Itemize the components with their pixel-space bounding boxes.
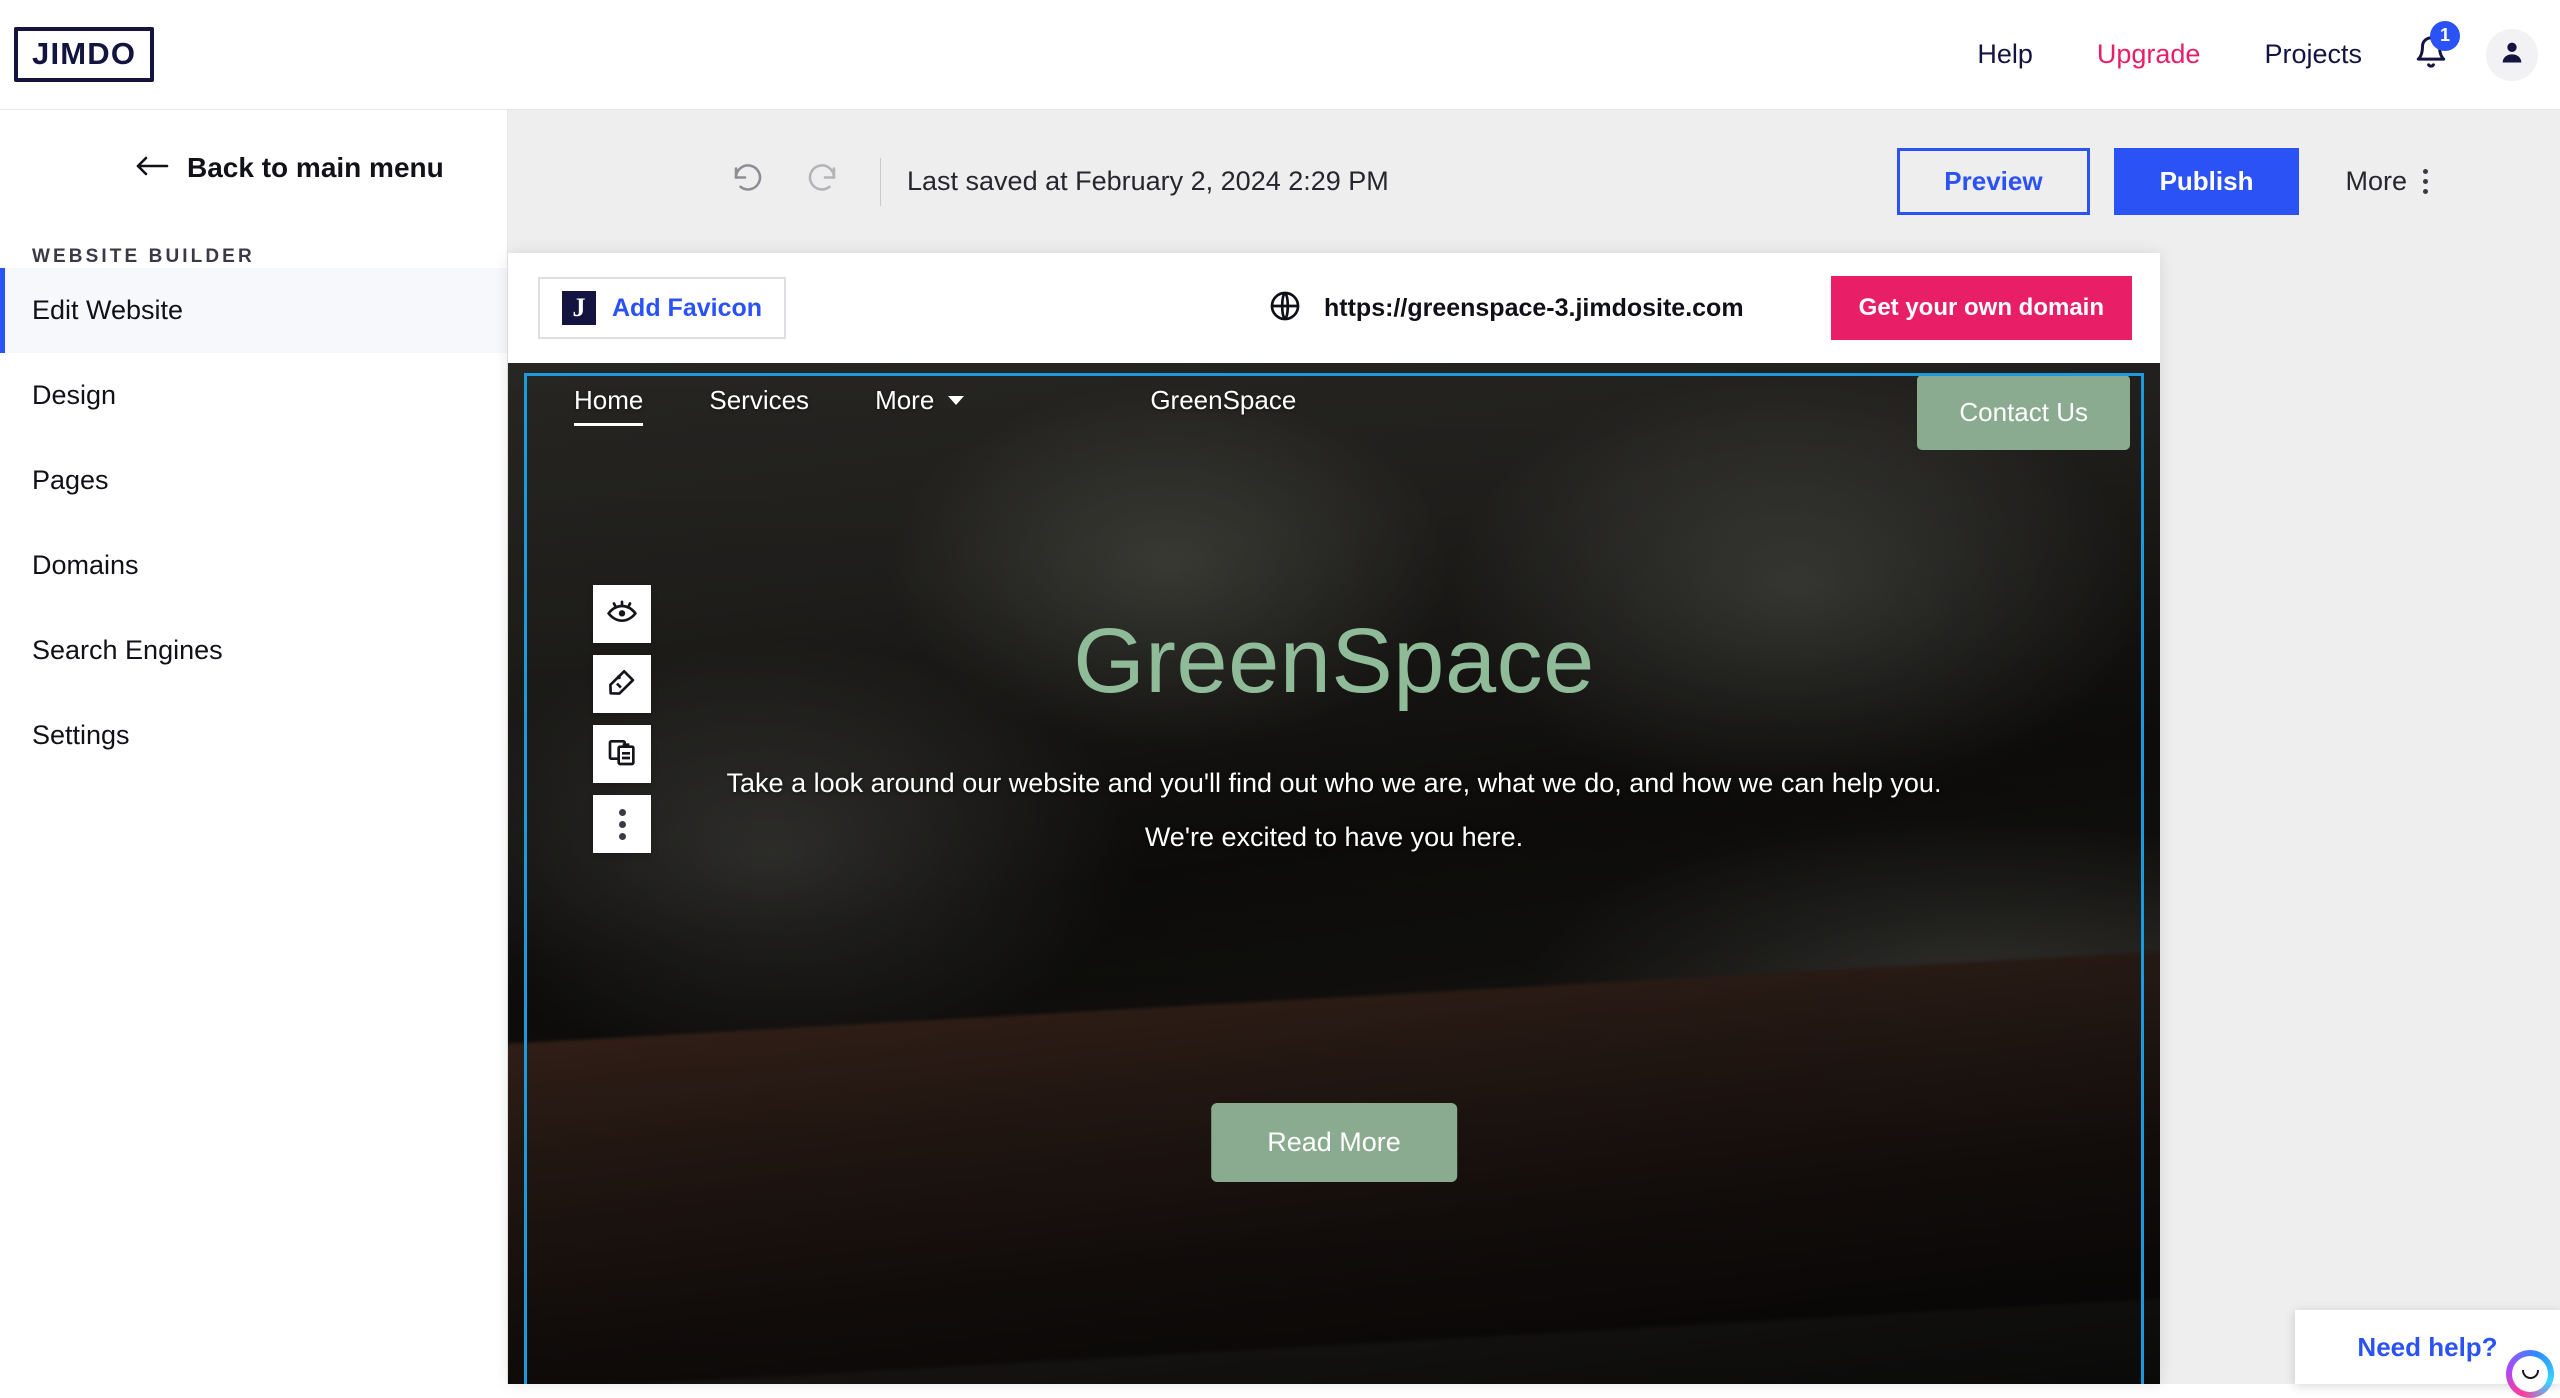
sidebar-item-design[interactable]: Design	[0, 353, 507, 438]
duplicate-element-button[interactable]	[593, 725, 651, 783]
hero-subtitle-line-2: We're excited to have you here.	[1144, 821, 1524, 852]
arrow-left-icon	[135, 154, 169, 183]
editor-toolbar: Last saved at February 2, 2024 2:29 PM P…	[508, 110, 2560, 253]
avatar[interactable]	[2486, 28, 2538, 81]
hero-content: Home Services More GreenSpace Contact Us…	[508, 363, 2160, 1384]
hero-section-preview[interactable]: Home Services More GreenSpace Contact Us…	[508, 363, 2160, 1384]
sidebar-item-settings[interactable]: Settings	[0, 693, 507, 778]
back-to-main-menu-button[interactable]: Back to main menu	[0, 110, 507, 184]
contact-us-button[interactable]: Contact Us	[1917, 375, 2130, 450]
read-more-button[interactable]: Read More	[1211, 1103, 1457, 1182]
top-navigation: Help Upgrade Projects 1	[1945, 20, 2560, 85]
toggle-visibility-button[interactable]	[593, 585, 651, 643]
style-palette-tag-icon	[606, 666, 638, 703]
topnav-link-projects[interactable]: Projects	[2232, 39, 2394, 70]
left-sidebar: Back to main menu WEBSITE BUILDER Edit W…	[0, 110, 508, 1384]
kebab-menu-icon	[2423, 169, 2428, 194]
chat-smile-avatar-icon[interactable]	[2506, 1350, 2554, 1398]
topnav-link-help[interactable]: Help	[1945, 39, 2065, 70]
globe-icon	[1268, 289, 1302, 328]
sidebar-item-label: Design	[32, 380, 117, 410]
redo-arrow-icon	[804, 161, 840, 202]
website-preview-card: J Add Favicon https://greenspace-3.jimdo…	[508, 253, 2160, 1384]
topnav-link-upgrade[interactable]: Upgrade	[2065, 39, 2233, 70]
site-nav-item-home[interactable]: Home	[574, 385, 644, 426]
more-options-label: More	[2345, 166, 2407, 196]
sidebar-item-pages[interactable]: Pages	[0, 438, 507, 523]
element-action-toolbar	[593, 585, 651, 853]
chevron-down-icon	[948, 396, 965, 405]
sidebar-item-label: Edit Website	[32, 295, 184, 325]
editor-canvas: Last saved at February 2, 2024 2:29 PM P…	[508, 110, 2560, 1398]
hero-subtitle[interactable]: Take a look around our website and you'l…	[598, 756, 2070, 864]
site-url-display[interactable]: https://greenspace-3.jimdosite.com	[1268, 289, 1744, 328]
site-nav-more-label: More	[875, 385, 935, 415]
favicon-placeholder-icon: J	[562, 291, 596, 325]
sidebar-item-label: Settings	[32, 720, 130, 750]
duplicate-copy-icon	[606, 736, 638, 773]
site-navigation-preview: Home Services More GreenSpace Contact Us	[508, 375, 2160, 450]
sidebar-item-domains[interactable]: Domains	[0, 523, 507, 608]
more-options-button[interactable]: More	[2345, 166, 2428, 197]
site-brand-name[interactable]: GreenSpace	[1150, 385, 1296, 416]
sidebar-section-label: WEBSITE BUILDER	[32, 246, 255, 267]
edit-style-button[interactable]	[593, 655, 651, 713]
preview-button[interactable]: Preview	[1897, 148, 2090, 215]
user-avatar-icon	[2498, 38, 2526, 71]
toolbar-divider	[880, 157, 881, 206]
eye-visibility-icon	[606, 596, 638, 633]
site-nav-item-services[interactable]: Services	[709, 385, 809, 424]
notification-badge: 1	[2430, 20, 2460, 51]
sidebar-item-label: Domains	[32, 550, 139, 580]
add-favicon-label: Add Favicon	[612, 293, 763, 322]
domain-bar: J Add Favicon https://greenspace-3.jimdo…	[508, 253, 2160, 363]
add-favicon-button[interactable]: J Add Favicon	[538, 277, 787, 339]
undo-arrow-icon	[730, 161, 766, 202]
back-to-main-menu-label: Back to main menu	[187, 152, 444, 183]
hero-text-block: GreenSpace Take a look around our websit…	[508, 613, 2160, 864]
sidebar-item-search-engines[interactable]: Search Engines	[0, 608, 507, 693]
get-own-domain-button[interactable]: Get your own domain	[1830, 276, 2132, 340]
jimdo-logo[interactable]: JIMDO	[14, 27, 155, 82]
sidebar-item-edit-website[interactable]: Edit Website	[0, 268, 507, 353]
element-more-options-button[interactable]	[593, 795, 651, 853]
notifications-button[interactable]: 1	[2394, 20, 2468, 85]
hero-title[interactable]: GreenSpace	[598, 613, 2070, 710]
kebab-more-icon	[618, 808, 626, 840]
redo-button[interactable]	[794, 154, 850, 210]
sidebar-item-label: Search Engines	[32, 635, 223, 665]
publish-button[interactable]: Publish	[2113, 148, 2300, 215]
site-nav-item-more[interactable]: More	[875, 385, 965, 416]
need-help-label: Need help?	[2357, 1331, 2498, 1362]
app-top-bar: JIMDO Help Upgrade Projects 1	[0, 0, 2560, 110]
site-url-text: https://greenspace-3.jimdosite.com	[1324, 293, 1744, 322]
undo-button[interactable]	[720, 154, 776, 210]
sidebar-item-label: Pages	[32, 465, 109, 495]
hero-subtitle-line-1: Take a look around our website and you'l…	[726, 767, 1942, 798]
toolbar-actions: Preview Publish More	[1897, 148, 2560, 215]
last-saved-status: Last saved at February 2, 2024 2:29 PM	[907, 166, 1389, 196]
